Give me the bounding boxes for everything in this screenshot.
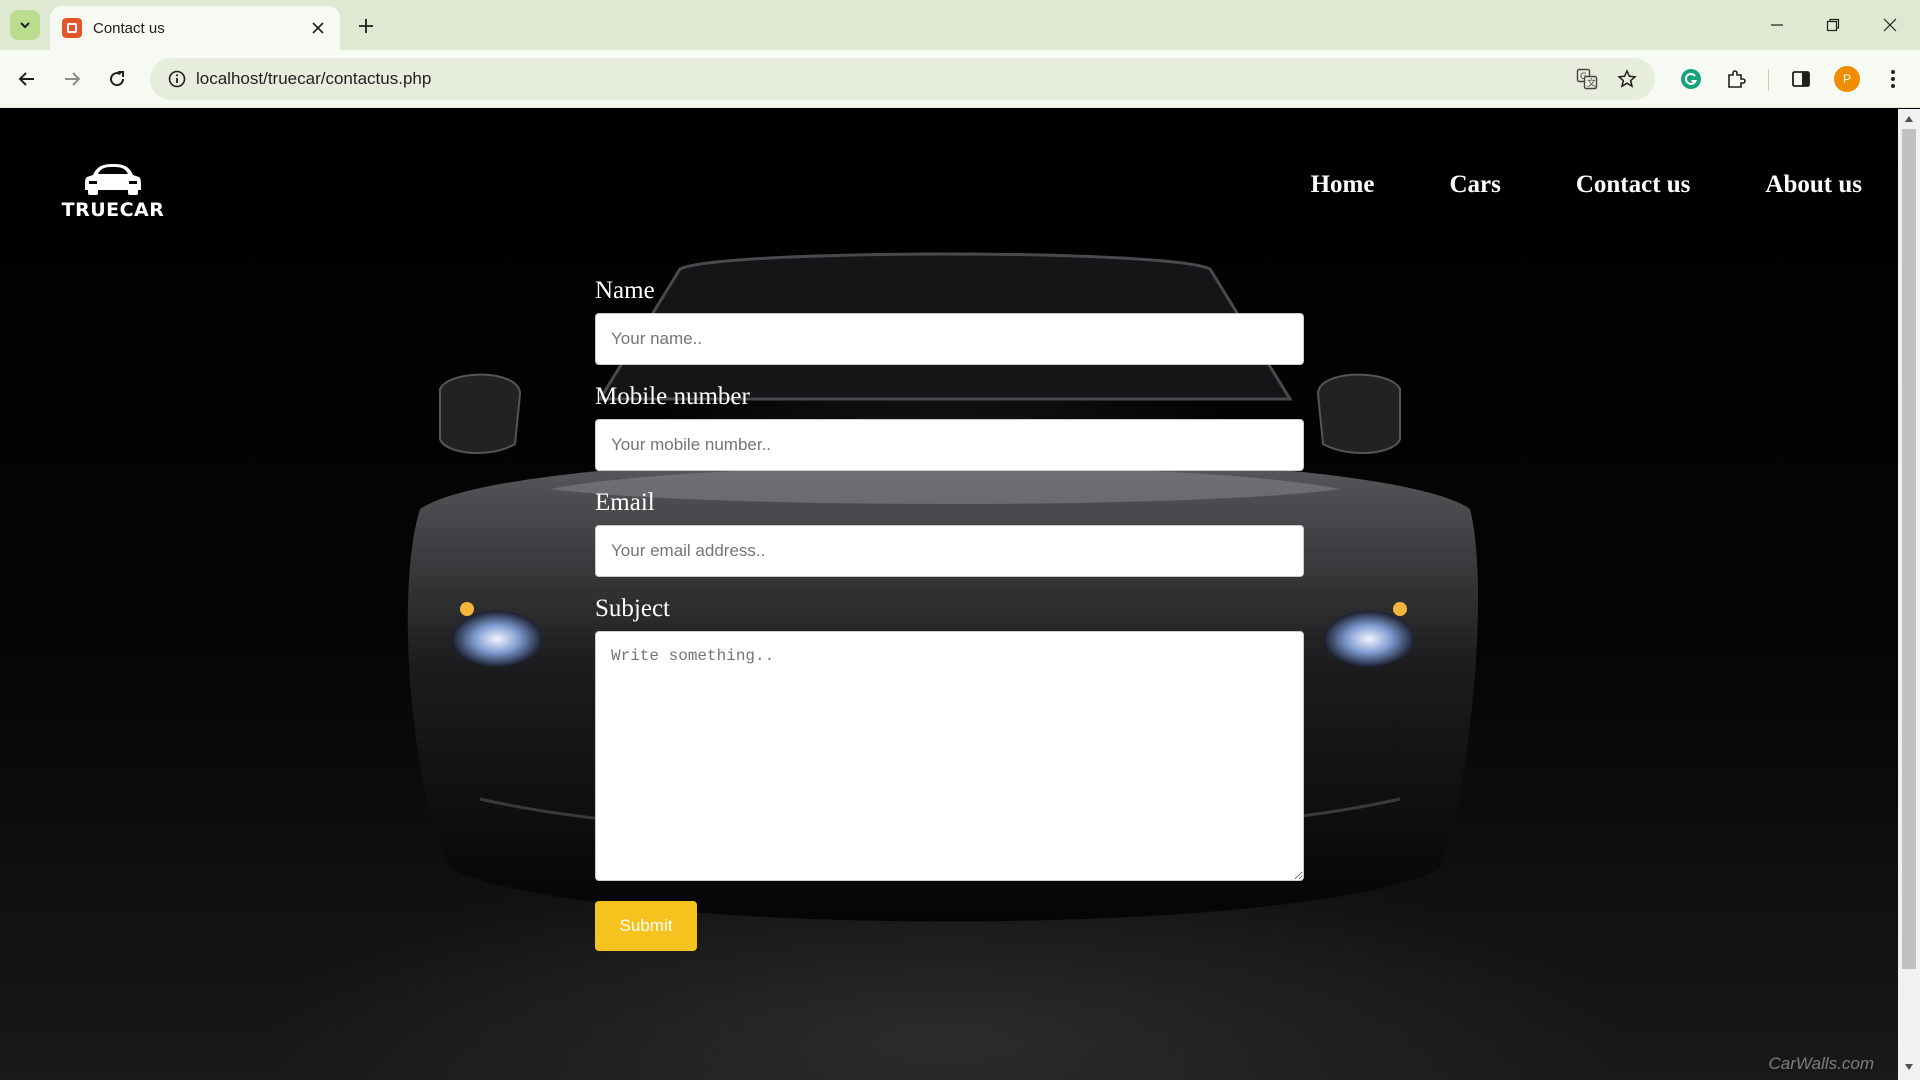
svg-text:文: 文 — [1587, 77, 1596, 89]
restore-icon — [1826, 18, 1840, 32]
minimize-icon — [1771, 24, 1783, 26]
back-button[interactable] — [10, 62, 44, 96]
forward-button[interactable] — [55, 62, 89, 96]
subject-label: Subject — [595, 595, 670, 622]
mobile-number-input[interactable] — [595, 419, 1304, 471]
mobile-number-label: Mobile number — [595, 383, 750, 410]
info-icon — [168, 70, 186, 88]
close-window-button[interactable] — [1870, 10, 1910, 40]
bookmark-button[interactable] — [1610, 62, 1644, 96]
puzzle-icon — [1728, 70, 1746, 88]
site-favicon-icon — [62, 18, 82, 38]
side-panel-button[interactable] — [1784, 62, 1818, 96]
address-bar[interactable]: localhost/truecar/contactus.php G文 — [150, 58, 1655, 100]
arrow-left-icon — [18, 72, 34, 86]
plus-icon — [359, 19, 373, 33]
nav-link-contact-us[interactable]: Contact us — [1576, 171, 1691, 199]
browser-toolbar: localhost/truecar/contactus.php G文 P — [0, 50, 1920, 108]
name-input[interactable] — [595, 313, 1304, 365]
close-icon — [1883, 18, 1897, 32]
new-tab-button[interactable] — [352, 12, 380, 40]
extensions-button[interactable] — [1719, 62, 1753, 96]
more-vertical-icon — [1891, 70, 1895, 88]
scroll-up-arrow-icon[interactable] — [1903, 113, 1915, 125]
email-input[interactable] — [595, 525, 1304, 577]
page-scrollbar[interactable] — [1898, 109, 1920, 1080]
tab-search-button[interactable] — [10, 10, 40, 40]
close-icon — [312, 22, 324, 34]
profile-avatar[interactable]: P — [1834, 66, 1860, 92]
tab-close-button[interactable] — [308, 18, 328, 38]
submit-button[interactable]: Submit — [595, 901, 697, 951]
scroll-down-arrow-icon[interactable] — [1903, 1061, 1915, 1073]
arrow-right-icon — [65, 72, 81, 86]
page-viewport: TRUECAR Home Cars Contact us About us Na… — [0, 109, 1898, 1080]
subject-textarea[interactable] — [595, 631, 1304, 881]
translate-button[interactable]: G文 — [1570, 62, 1604, 96]
scrollbar-thumb[interactable] — [1902, 129, 1916, 969]
side-panel-icon — [1792, 71, 1810, 87]
grammarly-extension-button[interactable] — [1674, 62, 1708, 96]
chevron-down-icon — [20, 22, 30, 29]
truecar-logo[interactable]: TRUECAR — [62, 161, 164, 221]
car-logo-icon — [85, 164, 141, 195]
name-label: Name — [595, 277, 655, 304]
minimize-window-button[interactable] — [1757, 10, 1797, 40]
nav-link-cars[interactable]: Cars — [1449, 171, 1500, 199]
browser-tab-active[interactable]: Contact us — [50, 6, 340, 50]
toolbar-divider — [1768, 69, 1769, 91]
restore-window-button[interactable] — [1813, 10, 1853, 40]
url-text: localhost/truecar/contactus.php — [196, 69, 432, 88]
main-navigation: Home Cars Contact us About us — [1236, 171, 1862, 199]
email-label: Email — [595, 489, 655, 516]
reload-icon — [110, 71, 125, 87]
browser-tabstrip: Contact us — [0, 0, 1920, 50]
tab-title: Contact us — [93, 19, 165, 37]
watermark-text: CarWalls.com — [1768, 1054, 1874, 1073]
reload-button[interactable] — [100, 62, 134, 96]
star-icon — [1617, 69, 1637, 88]
grammarly-icon — [1681, 69, 1701, 89]
nav-link-about-us[interactable]: About us — [1765, 171, 1862, 199]
contact-form: Name Mobile number Email Subject Submit — [595, 277, 1304, 951]
browser-menu-button[interactable] — [1876, 62, 1910, 96]
translate-icon: G文 — [1576, 68, 1598, 90]
site-info-button[interactable] — [160, 62, 194, 96]
logo-text: TRUECAR — [61, 199, 165, 221]
nav-link-home[interactable]: Home — [1311, 171, 1375, 199]
